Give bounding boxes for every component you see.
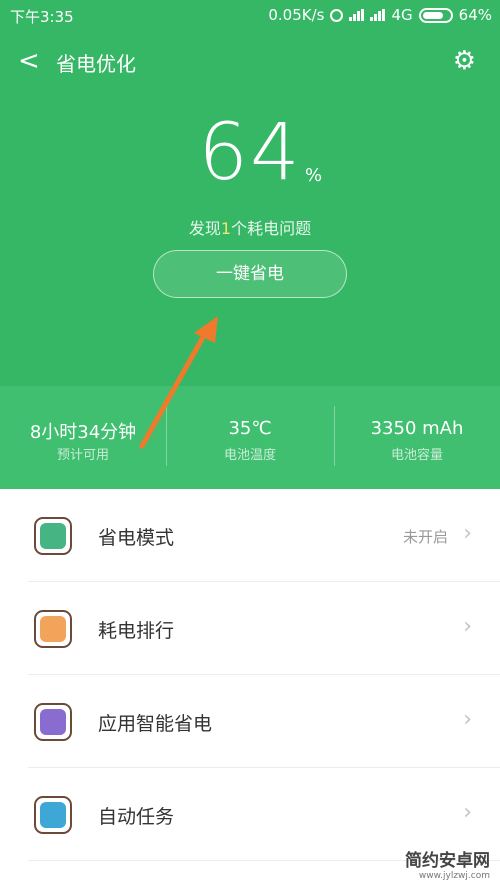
status-time: 下午3:35 — [10, 8, 74, 26]
status-indicators: 0.05K/s 4G 64% — [268, 6, 492, 24]
watermark: 简约安卓网 www.jylzwj.com — [405, 846, 490, 881]
list-item-smart-saving[interactable]: 应用智能省电 › — [0, 675, 500, 768]
smart-bulb-icon — [34, 703, 72, 741]
list-item-status: 未开启 — [402, 528, 448, 546]
status-bar: 下午3:35 0.05K/s 4G 64% — [0, 0, 500, 30]
watermark-url: www.jylzwj.com — [418, 871, 490, 881]
stat-value: 35℃ — [228, 418, 272, 439]
stat-value: 3350 mAh — [370, 418, 464, 439]
battery-mode-icon — [34, 517, 72, 555]
list-item-label: 自动任务 — [98, 806, 175, 828]
battery-level: 64 — [198, 108, 302, 198]
stat-label: 电池温度 — [223, 448, 276, 463]
issue-prefix: 发现 — [188, 219, 221, 238]
ranking-chart-icon — [34, 610, 72, 648]
page-title: 省电优化 — [56, 52, 136, 76]
signal-icon — [370, 9, 386, 21]
stat-label: 预计可用 — [56, 448, 109, 463]
watermark-title: 简约安卓网 — [405, 851, 490, 871]
list-item-power-mode[interactable]: 省电模式 未开启 › — [0, 489, 500, 582]
stat-label: 电池容量 — [390, 448, 443, 463]
chevron-right-icon: › — [463, 800, 472, 825]
battery-stats: 8小时34分钟 预计可用 35℃ 电池温度 3350 mAh 电池容量 — [0, 386, 500, 489]
battery-percent: 64% — [458, 6, 492, 24]
issue-suffix: 个耗电问题 — [231, 219, 312, 238]
header-panel: 下午3:35 0.05K/s 4G 64% < 省电优化 ⚙ 64 % 发现1个… — [0, 0, 500, 386]
one-key-save-button[interactable]: 一键省电 — [153, 250, 347, 298]
battery-unit: % — [305, 165, 323, 186]
gear-icon[interactable]: ⚙ — [453, 46, 476, 76]
list-item-power-ranking[interactable]: 耗电排行 › — [0, 582, 500, 675]
list-item-label: 省电模式 — [98, 527, 175, 549]
feature-list: 省电模式 未开启 › 耗电排行 › 应用智能省电 › 自动任务 › — [0, 489, 500, 861]
list-item-label: 应用智能省电 — [98, 713, 213, 735]
battery-icon — [418, 7, 453, 23]
back-icon[interactable]: < — [18, 46, 40, 76]
stat-temperature: 35℃ 电池温度 — [167, 386, 333, 489]
issue-text: 发现1个耗电问题 — [0, 215, 500, 239]
network-type: 4G — [391, 6, 413, 24]
network-speed: 0.05K/s — [268, 6, 325, 24]
list-item-label: 耗电排行 — [98, 620, 175, 642]
stat-value: 8小时34分钟 — [29, 422, 137, 443]
nav-bar: < 省电优化 ⚙ — [0, 40, 500, 80]
stat-remaining-time: 8小时34分钟 预计可用 — [0, 386, 166, 489]
chevron-right-icon: › — [463, 707, 472, 732]
scheduled-task-icon — [34, 796, 72, 834]
chevron-right-icon: › — [463, 521, 472, 546]
alarm-icon — [330, 8, 344, 22]
chevron-right-icon: › — [463, 614, 472, 639]
issue-count: 1 — [220, 219, 232, 238]
stat-capacity: 3350 mAh 电池容量 — [334, 386, 500, 489]
signal-icon — [349, 9, 365, 21]
